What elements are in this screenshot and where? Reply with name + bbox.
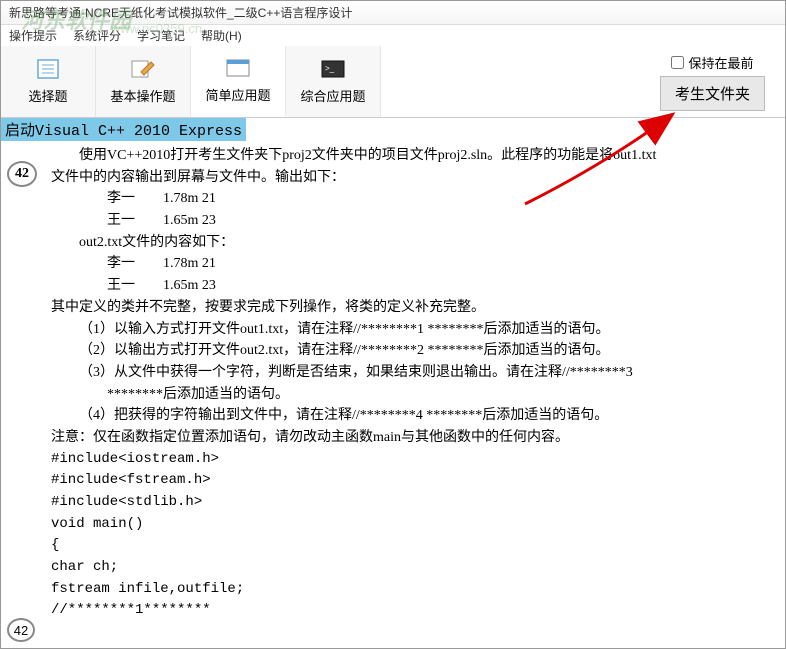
code-line-6: char ch; bbox=[51, 557, 775, 579]
menu-study-notes[interactable]: 学习笔记 bbox=[137, 27, 185, 44]
window-icon bbox=[224, 57, 252, 79]
output-row4: 王一 1.65m 23 bbox=[51, 275, 775, 297]
tab-basic-label: 基本操作题 bbox=[110, 86, 175, 105]
note-line: 注意：仅在函数指定位置添加语句，请勿改动主函数main与其他函数中的任何内容。 bbox=[51, 427, 775, 449]
tab-simple-label: 简单应用题 bbox=[205, 85, 270, 104]
question-body: 42 使用VC++2010打开考生文件夹下proj2文件夹中的项目文件proj2… bbox=[1, 141, 785, 618]
step-2: （2）以输出方式打开文件out2.txt，请在注释//********2 ***… bbox=[51, 340, 775, 362]
tab-composite-label: 综合应用题 bbox=[300, 86, 365, 105]
code-line-4: void main() bbox=[51, 514, 775, 536]
step-3a: （3）从文件中获得一个字符，判断是否结束，如果结束则退出输出。请在注释//***… bbox=[51, 362, 775, 384]
code-line-8: //********1******** bbox=[51, 600, 775, 618]
toolbar: 选择题 基本操作题 简单应用题 >_ 综合应用题 保持在最前 考生文件夹 bbox=[1, 46, 785, 118]
code-line-3: #include<stdlib.h> bbox=[51, 492, 775, 514]
tab-choice-label: 选择题 bbox=[28, 86, 67, 105]
code-line-5: { bbox=[51, 535, 775, 557]
svg-text:>_: >_ bbox=[325, 64, 335, 73]
output-row3: 李一 1.78m 21 bbox=[51, 253, 775, 275]
keep-front-row[interactable]: 保持在最前 bbox=[671, 53, 753, 72]
content-area: 启动Visual C++ 2010 Express 42 使用VC++2010打… bbox=[1, 118, 785, 618]
class-incomplete-line: 其中定义的类并不完整，按要求完成下列操作，将类的定义补充完整。 bbox=[51, 297, 775, 319]
tab-composite[interactable]: >_ 综合应用题 bbox=[286, 46, 381, 117]
tab-choice[interactable]: 选择题 bbox=[1, 46, 96, 117]
keep-front-label: 保持在最前 bbox=[688, 53, 753, 72]
step-1: （1）以输入方式打开文件out1.txt，请在注释//********1 ***… bbox=[51, 319, 775, 341]
footer-question-number[interactable]: 42 bbox=[7, 618, 35, 642]
window-titlebar: 新思路等考通·NCRE无纸化考试模拟软件_二级C++语言程序设计 bbox=[1, 1, 785, 25]
step-3b: ********后添加适当的语句。 bbox=[51, 384, 775, 406]
question-number-badge: 42 bbox=[7, 161, 37, 187]
code-line-7: fstream infile,outfile; bbox=[51, 579, 775, 601]
step-4: （4）把获得的字符输出到文件中，请在注释//********4 ********… bbox=[51, 405, 775, 427]
code-line-2: #include<fstream.h> bbox=[51, 470, 775, 492]
tab-simple[interactable]: 简单应用题 bbox=[191, 46, 286, 117]
launch-bar[interactable]: 启动Visual C++ 2010 Express bbox=[1, 118, 246, 141]
footer: 42 bbox=[7, 618, 35, 642]
output-row2: 王一 1.65m 23 bbox=[51, 210, 775, 232]
terminal-icon: >_ bbox=[319, 58, 347, 80]
menubar: 操作提示 系统评分 学习笔记 帮助(H) bbox=[1, 25, 785, 46]
tab-basic[interactable]: 基本操作题 bbox=[96, 46, 191, 117]
menu-tip[interactable]: 操作提示 bbox=[9, 27, 57, 44]
code-line-1: #include<iostream.h> bbox=[51, 449, 775, 471]
menu-help[interactable]: 帮助(H) bbox=[201, 27, 242, 44]
intro-line1: 使用VC++2010打开考生文件夹下proj2文件夹中的项目文件proj2.sl… bbox=[51, 145, 775, 167]
output-row1: 李一 1.78m 21 bbox=[51, 188, 775, 210]
menu-system-score[interactable]: 系统评分 bbox=[73, 27, 121, 44]
top-right-panel: 保持在最前 考生文件夹 bbox=[640, 46, 785, 117]
out2-label: out2.txt文件的内容如下： bbox=[51, 232, 775, 254]
keep-front-checkbox[interactable] bbox=[671, 56, 684, 69]
window-title: 新思路等考通·NCRE无纸化考试模拟软件_二级C++语言程序设计 bbox=[9, 6, 352, 20]
exam-folder-button[interactable]: 考生文件夹 bbox=[660, 76, 765, 111]
document-icon bbox=[34, 58, 62, 80]
edit-icon bbox=[129, 58, 157, 80]
intro-line2: 文件中的内容输出到屏幕与文件中。输出如下： bbox=[51, 167, 775, 189]
